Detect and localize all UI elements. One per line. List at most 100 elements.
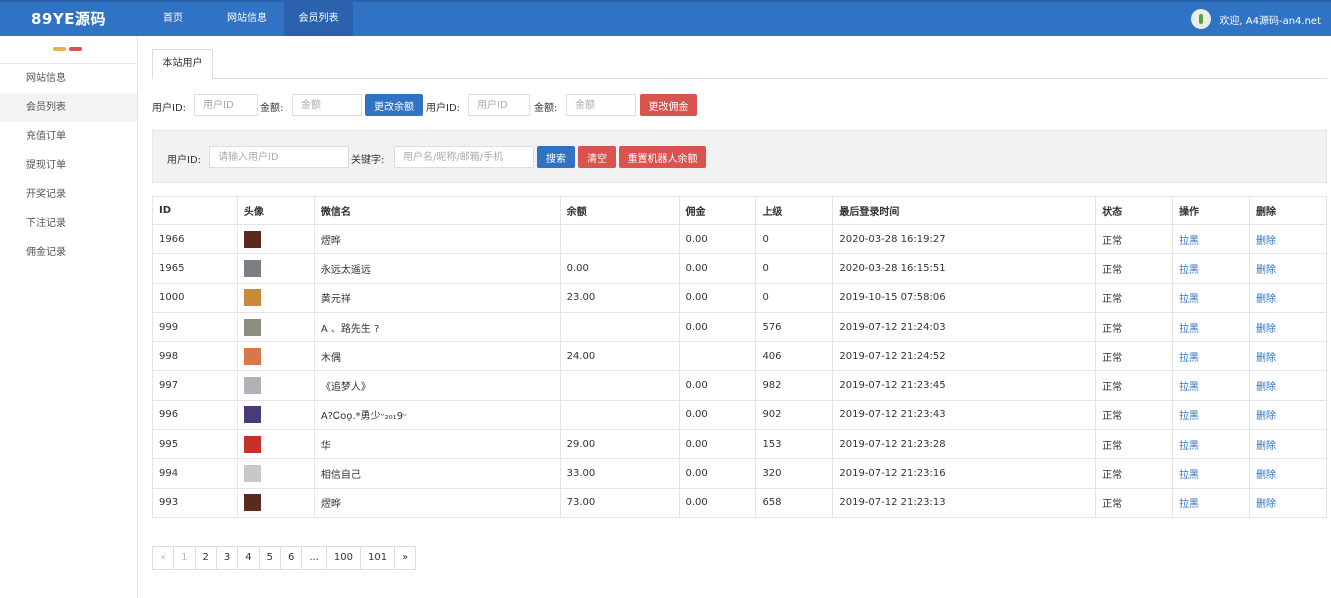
delete-link[interactable]: 删除 bbox=[1248, 341, 1328, 372]
table-row: 994 相信自己 33.00 0.00 320 2019-07-12 21:23:16 正常… bbox=[152, 458, 1328, 489]
table-row: 993 熤晔 73.00 0.00 658 2019-07-12 21:23:13 正常 拉黑… bbox=[152, 487, 1328, 518]
blacklist-link[interactable]: 拉黑 bbox=[1172, 458, 1250, 489]
cell-commission: 0.00 bbox=[678, 253, 757, 284]
sidebar-item-withdraw-orders[interactable]: 提现订单 bbox=[0, 151, 137, 180]
page-number[interactable]: 6 bbox=[281, 547, 303, 569]
sidebar-item-commission-records[interactable]: 佣金记录 bbox=[0, 238, 137, 267]
cell-avatar bbox=[236, 429, 315, 460]
cell-last-login: 2019-07-12 21:23:13 bbox=[832, 487, 1097, 518]
page-number[interactable]: 1 bbox=[174, 547, 196, 569]
col-last-login: 最后登录时间 bbox=[832, 196, 1097, 225]
search-button[interactable]: 搜索 bbox=[537, 146, 575, 168]
delete-link[interactable]: 删除 bbox=[1248, 487, 1328, 518]
page-number[interactable]: 2 bbox=[196, 547, 217, 569]
cell-id: 997 bbox=[152, 370, 238, 401]
commission-amount-input[interactable] bbox=[566, 94, 636, 116]
col-parent: 上级 bbox=[755, 196, 834, 225]
delete-link[interactable]: 删除 bbox=[1248, 311, 1328, 343]
sidebar: 网站信息 会员列表 充值订单 提现订单 开奖记录 下注记录 佣金记录 bbox=[0, 36, 138, 598]
blacklist-link[interactable]: 拉黑 bbox=[1172, 311, 1250, 343]
nav-home[interactable]: 首页 bbox=[150, 2, 196, 36]
cell-commission bbox=[678, 341, 757, 372]
blacklist-link[interactable]: 拉黑 bbox=[1172, 341, 1250, 372]
blacklist-link[interactable]: 拉黑 bbox=[1172, 282, 1250, 313]
keyword-input[interactable] bbox=[394, 146, 534, 168]
table-row: 997 《追梦人》 0.00 982 2019-07-12 21:23:45 正常 拉黑 删除 bbox=[152, 370, 1328, 401]
cell-status: 正常 bbox=[1095, 223, 1174, 255]
blacklist-link[interactable]: 拉黑 bbox=[1172, 429, 1250, 460]
sidebar-item-lottery-records[interactable]: 开奖记录 bbox=[0, 180, 137, 209]
cell-status: 正常 bbox=[1095, 429, 1174, 460]
blacklist-link[interactable]: 拉黑 bbox=[1172, 399, 1250, 431]
cell-status: 正常 bbox=[1095, 282, 1174, 313]
blacklist-link[interactable]: 拉黑 bbox=[1172, 253, 1250, 284]
search-user-id-input[interactable] bbox=[209, 146, 349, 168]
reset-robot-balance-button[interactable]: 重置机器人余额 bbox=[619, 146, 706, 168]
balance-amount-label: 金额: bbox=[260, 103, 284, 114]
next-page-button[interactable]: » bbox=[395, 547, 417, 569]
table-header-row: ID 头像 微信名 余额 佣金 上级 最后登录时间 状态 操作 删除 bbox=[152, 196, 1328, 225]
cell-commission: 0.00 bbox=[678, 399, 757, 431]
page-number[interactable]: ... bbox=[302, 547, 327, 569]
table-row: 999 A 、路先生 ? 0.00 576 2019-07-12 21:24:03 正常拉… bbox=[152, 311, 1328, 343]
blacklist-link[interactable]: 拉黑 bbox=[1172, 223, 1250, 255]
tab-bar: 本站用户 bbox=[152, 49, 1327, 79]
page-number[interactable]: 100 bbox=[327, 547, 362, 569]
delete-link[interactable]: 删除 bbox=[1248, 370, 1328, 401]
blacklist-link[interactable]: 拉黑 bbox=[1172, 487, 1250, 518]
cell-last-login: 2019-10-15 07:58:06 bbox=[832, 282, 1097, 313]
sidebar-item-site-info[interactable]: 网站信息 bbox=[0, 64, 137, 93]
cell-last-login: 2019-07-12 21:24:03 bbox=[832, 311, 1097, 343]
user-avatar-image bbox=[243, 435, 261, 453]
cell-status: 正常 bbox=[1095, 399, 1174, 431]
cell-avatar bbox=[236, 282, 315, 313]
page-number[interactable]: 5 bbox=[260, 547, 281, 569]
balance-amount-input[interactable] bbox=[292, 94, 362, 116]
page-number[interactable]: 101 bbox=[361, 547, 396, 569]
delete-link[interactable]: 删除 bbox=[1248, 399, 1328, 431]
balance-user-id-input[interactable] bbox=[194, 94, 258, 116]
page-number[interactable]: 3 bbox=[217, 547, 239, 569]
change-balance-button[interactable]: 更改余额 bbox=[365, 94, 423, 116]
table-row: 998 木偶 24.00 406 2019-07-12 21:24:52 正常 拉黑 删除 bbox=[152, 341, 1328, 372]
commission-user-id-input[interactable] bbox=[468, 94, 530, 116]
user-avatar-image bbox=[243, 347, 261, 365]
prev-page-button[interactable]: « bbox=[153, 547, 175, 569]
cell-avatar bbox=[236, 341, 315, 372]
nav-site-info[interactable]: 网站信息 bbox=[216, 2, 278, 36]
welcome-text: 欢迎, A4源码-an4.net bbox=[1219, 15, 1321, 27]
col-delete: 删除 bbox=[1248, 196, 1328, 225]
change-commission-button[interactable]: 更改佣金 bbox=[640, 94, 697, 116]
cell-avatar bbox=[236, 223, 315, 255]
sidebar-item-recharge-orders[interactable]: 充值订单 bbox=[0, 122, 137, 151]
delete-link[interactable]: 删除 bbox=[1248, 458, 1328, 489]
cell-wechat-name: 永远太遥远 bbox=[313, 253, 561, 284]
balance-user-id-label: 用户ID: bbox=[152, 103, 187, 114]
user-avatar-image bbox=[243, 259, 261, 277]
clear-button[interactable]: 清空 bbox=[578, 146, 616, 168]
delete-link[interactable]: 删除 bbox=[1248, 429, 1328, 460]
delete-link[interactable]: 删除 bbox=[1248, 253, 1328, 284]
sidebar-toggle[interactable] bbox=[0, 36, 137, 64]
table-row: 995 华 29.00 0.00 153 2019-07-12 21:23:28 正常 拉黑删… bbox=[152, 429, 1328, 460]
delete-link[interactable]: 删除 bbox=[1248, 223, 1328, 255]
user-menu[interactable]: 欢迎, A4源码-an4.net bbox=[1191, 2, 1321, 36]
sidebar-item-bet-records[interactable]: 下注记录 bbox=[0, 209, 137, 238]
search-panel: 用户ID: 关键字: 搜索 清空 重置机器人余额 bbox=[152, 130, 1327, 183]
blacklist-link[interactable]: 拉黑 bbox=[1172, 370, 1250, 401]
cell-id: 993 bbox=[152, 487, 238, 518]
brand-logo[interactable]: 89YE源码 bbox=[0, 2, 137, 36]
delete-link[interactable]: 删除 bbox=[1248, 282, 1328, 313]
nav-member-list[interactable]: 会员列表 bbox=[284, 2, 353, 36]
cell-wechat-name: A?Ꮯᴏǫ.*勇少ᵕ₂₀₁9ᵕ bbox=[313, 399, 561, 431]
cell-parent: 0 bbox=[755, 282, 834, 313]
tab-site-users[interactable]: 本站用户 bbox=[152, 49, 213, 79]
red-dot-icon bbox=[69, 47, 82, 51]
page-number[interactable]: 4 bbox=[238, 547, 260, 569]
cell-balance bbox=[559, 370, 680, 401]
user-avatar-image bbox=[243, 406, 261, 424]
cell-avatar bbox=[236, 253, 315, 284]
col-wechat-name: 微信名 bbox=[313, 196, 561, 225]
cell-parent: 320 bbox=[755, 458, 834, 489]
sidebar-item-member-list[interactable]: 会员列表 bbox=[0, 93, 137, 122]
